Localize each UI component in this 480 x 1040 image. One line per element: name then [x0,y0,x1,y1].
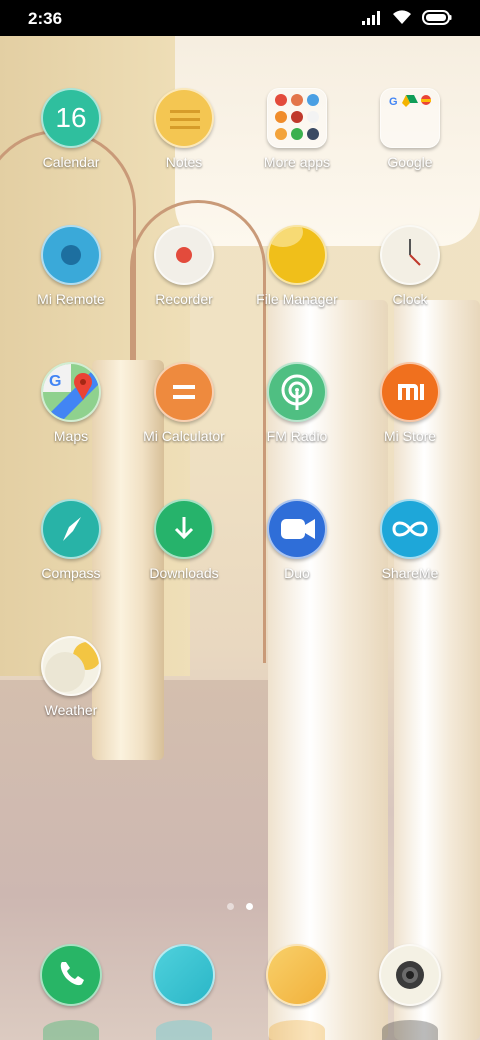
wifi-icon [393,10,411,24]
app-label: Mi Store [383,428,437,444]
calendar-icon: 16 [41,88,101,148]
shareme-icon [380,499,440,559]
app-clock[interactable]: Clock [350,225,470,307]
folder-more-apps[interactable]: More apps [237,88,357,170]
status-icons [362,10,452,25]
battery-icon [422,10,452,25]
status-time: 2:36 [28,9,63,28]
app-calendar[interactable]: 16 Calendar [11,88,131,170]
app-label: Downloads [149,565,219,581]
app-label: Recorder [155,291,213,307]
app-label: Maps [53,428,89,444]
app-mi-remote[interactable]: Mi Remote [11,225,131,307]
radio-icon [267,362,327,422]
page-dot-active[interactable] [246,903,254,910]
app-label: Calendar [42,154,100,170]
app-label: Mi Remote [37,291,105,307]
folder-google[interactable]: G Google [350,88,470,170]
status-bar: 2:36 [0,0,480,36]
svg-text:G: G [49,373,61,390]
calculator-icon [154,362,214,422]
app-compass[interactable]: Compass [11,499,131,581]
mi-store-icon [380,362,440,422]
clock-icon [380,225,440,285]
dock-camera[interactable] [379,944,441,1006]
folder-icon: G [380,88,440,148]
remote-icon [41,225,101,285]
app-label: Weather [44,702,98,718]
app-recorder[interactable]: Recorder [124,225,244,307]
dock-reflection [43,1020,99,1040]
notes-icon [154,88,214,148]
app-file-manager[interactable]: File Manager [237,225,357,307]
dock-gallery[interactable] [266,944,328,1006]
weather-icon [41,636,101,696]
app-label: ShareMe [381,565,439,581]
app-label: Mi Calculator [143,428,225,444]
app-shareme[interactable]: ShareMe [350,499,470,581]
app-label: Notes [165,154,203,170]
app-label: FM Radio [266,428,328,444]
app-label: File Manager [256,291,338,307]
app-mi-calculator[interactable]: Mi Calculator [124,362,244,444]
record-icon [154,225,214,285]
svg-text:G: G [389,96,398,108]
app-weather[interactable]: Weather [11,636,131,718]
calendar-day: 16 [55,102,87,133]
app-fm-radio[interactable]: FM Radio [237,362,357,444]
camera-icon [396,961,424,989]
app-label: More apps [263,154,331,170]
dock-reflection [156,1020,212,1040]
phone-icon [60,962,84,986]
app-maps[interactable]: G Maps [11,362,131,444]
app-duo[interactable]: Duo [237,499,357,581]
app-notes[interactable]: Notes [124,88,244,170]
download-icon [154,499,214,559]
dock-reflection [382,1020,438,1040]
file-manager-icon [267,225,327,285]
page-dot[interactable] [226,903,234,910]
maps-icon: G [41,362,101,422]
app-mi-store[interactable]: Mi Store [350,362,470,444]
dock-phone[interactable] [40,944,102,1006]
dock-reflection [269,1020,325,1040]
page-indicator [0,897,480,915]
signal-icon [362,10,380,25]
app-label: Duo [284,565,310,581]
app-label: Compass [41,565,101,581]
video-camera-icon [267,499,327,559]
folder-icon [267,88,327,148]
google-folder-contents-icon: G [389,95,431,108]
app-downloads[interactable]: Downloads [124,499,244,581]
compass-icon [41,499,101,559]
dock-messaging[interactable] [153,944,215,1006]
app-label: Google [387,154,433,170]
folder-contents-icon [275,94,319,140]
app-label: Clock [392,291,428,307]
